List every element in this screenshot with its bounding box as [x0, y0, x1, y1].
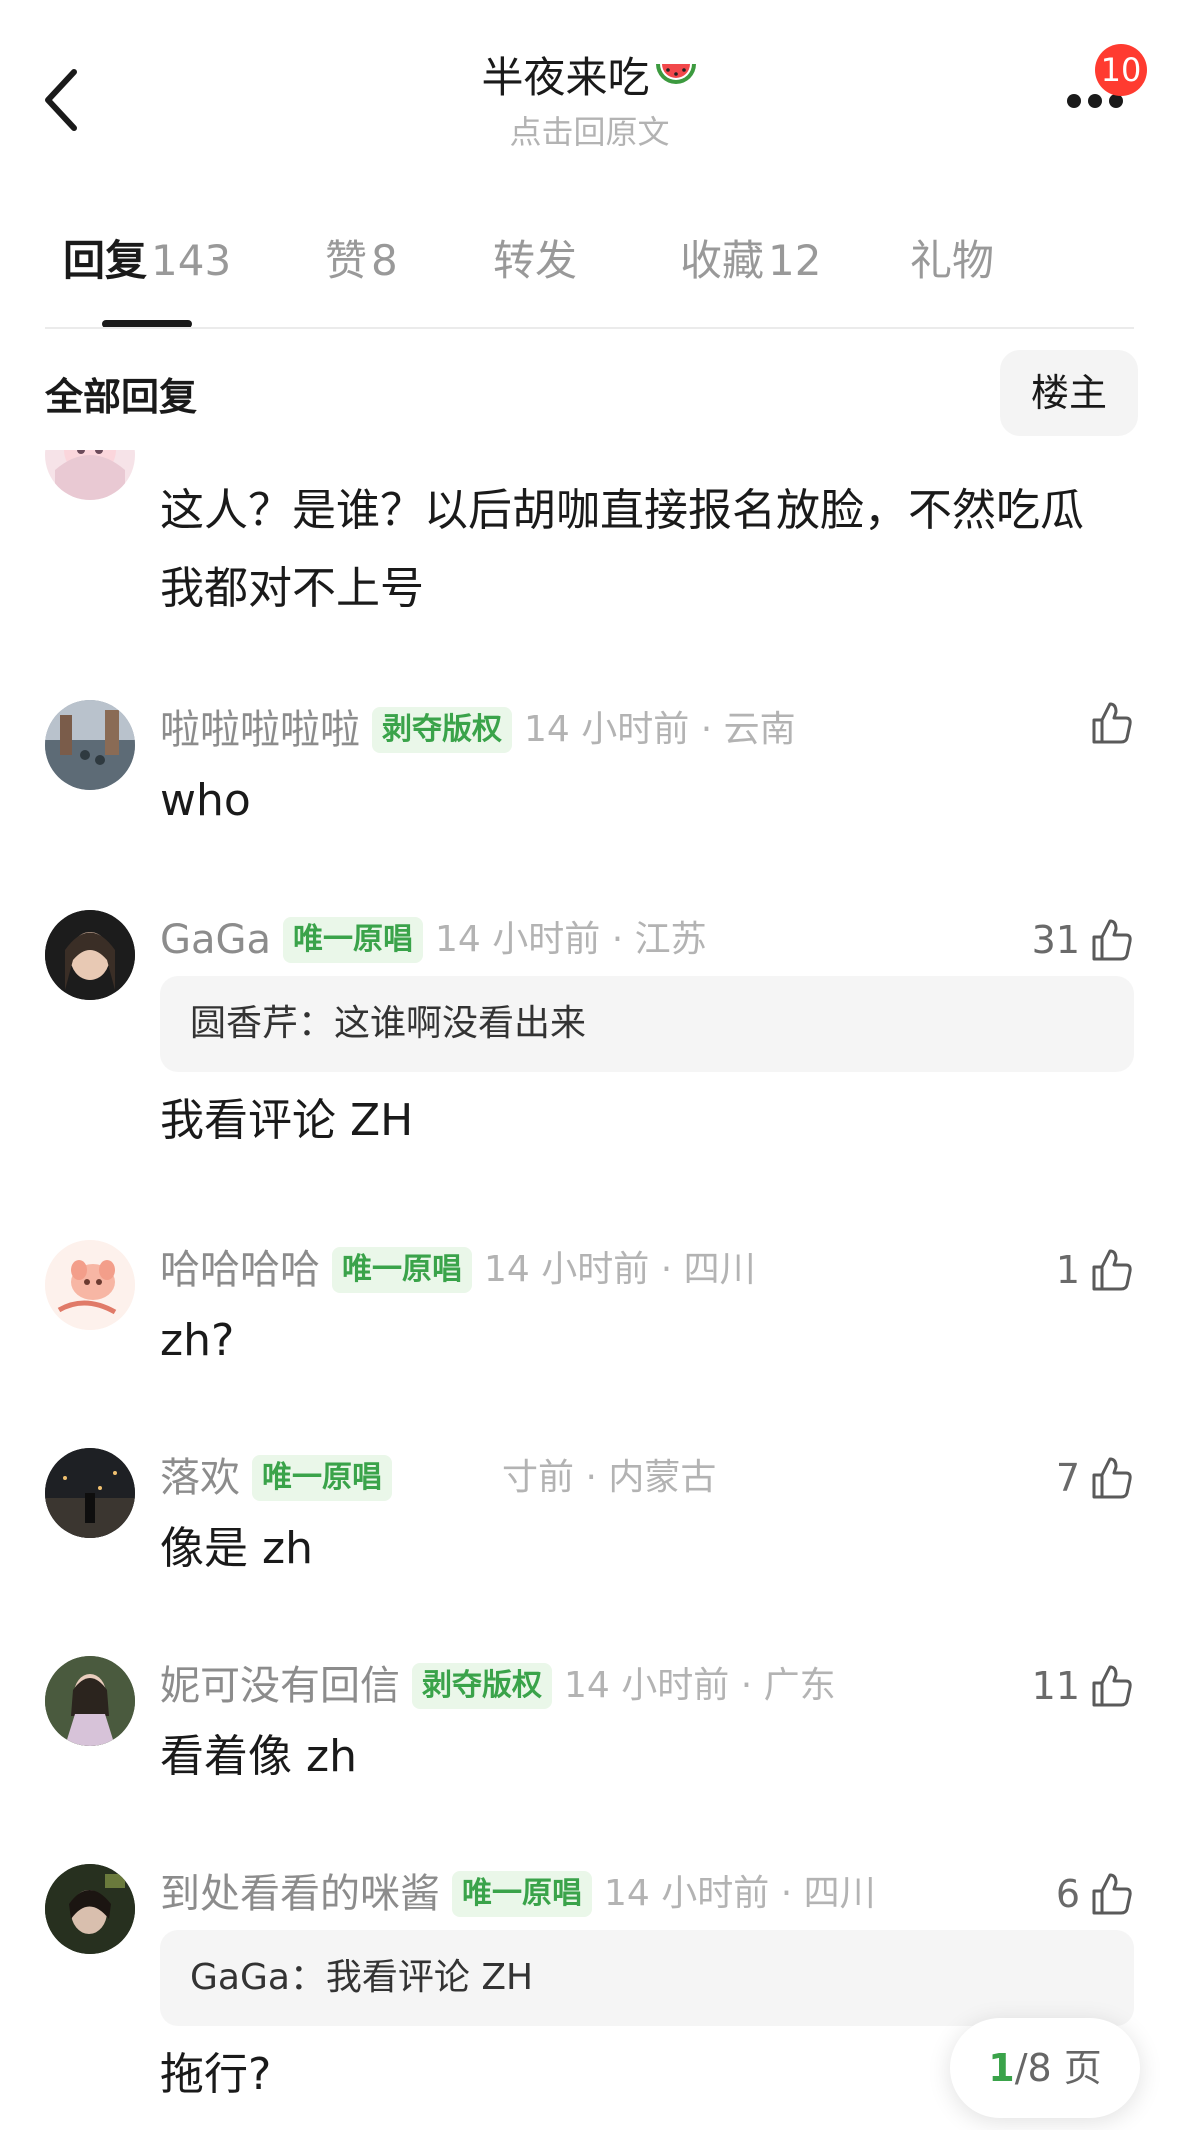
- tab-likes[interactable]: 赞8: [325, 225, 398, 297]
- like-button[interactable]: 11: [1032, 1656, 1134, 1716]
- tab-reposts[interactable]: 转发: [493, 225, 577, 297]
- timestamp-location: 14 小时前 · 四川: [604, 1873, 876, 1914]
- comment-text: 这人？是谁？以后胡咖直接报名放脸，不然吃瓜我都对不上号: [160, 485, 1084, 614]
- like-button[interactable]: 1: [1056, 1240, 1134, 1300]
- avatar[interactable]: [45, 1448, 135, 1538]
- current-page: 1: [988, 2046, 1015, 2090]
- username[interactable]: 哈哈哈哈: [160, 1247, 320, 1293]
- username[interactable]: 妮可没有回信: [160, 1663, 400, 1709]
- comment-meta: 落欢 唯一原唱 寸前 · 内蒙古: [160, 1448, 716, 1508]
- user-tag: 唯一原唱: [252, 1455, 392, 1501]
- more-dot-icon: [1067, 94, 1081, 108]
- avatar[interactable]: [45, 450, 135, 500]
- tab-count: 12: [768, 236, 822, 285]
- thumbs-up-icon: [1092, 1665, 1132, 1707]
- tab-label: 礼物: [910, 236, 995, 285]
- timestamp-location: 14 小时前 · 江苏: [435, 919, 707, 960]
- thumbs-up-icon: [1092, 1873, 1132, 1915]
- notification-badge: 10: [1095, 44, 1147, 96]
- page-title: 半夜来吃: [0, 50, 1179, 112]
- like-count: 11: [1031, 1664, 1080, 1708]
- comment-item: 这人？是谁？以后胡咖直接报名放脸，不然吃瓜我都对不上号: [0, 450, 1179, 614]
- user-tag: 唯一原唱: [283, 917, 424, 963]
- total-pages: /8 页: [1014, 2046, 1102, 2090]
- user-tag: 剥夺版权: [372, 707, 512, 753]
- comment-item: GaGa 唯一原唱 14 小时前 · 江苏 31 圆香芹：这谁啊没看出来 我看评论 …: [0, 910, 1179, 1180]
- username[interactable]: 啦啦啦啦啦: [160, 707, 360, 753]
- tab-label: 转发: [493, 236, 578, 285]
- comment-text: zh?: [160, 1315, 235, 1366]
- user-tag: 唯一原唱: [332, 1247, 472, 1293]
- like-count: 1: [1055, 1248, 1080, 1292]
- tab-gifts[interactable]: 礼物: [910, 225, 994, 297]
- quoted-reply[interactable]: GaGa：我看评论 ZH: [160, 1930, 1134, 2026]
- avatar[interactable]: [45, 1656, 135, 1746]
- tab-label: 赞: [325, 236, 368, 285]
- user-tag: 剥夺版权: [412, 1663, 552, 1709]
- comment-meta: 啦啦啦啦啦 剥夺版权 14 小时前 · 云南: [160, 700, 796, 760]
- avatar[interactable]: [45, 1240, 135, 1330]
- comment-item: 啦啦啦啦啦 剥夺版权 14 小时前 · 云南 who: [0, 700, 1179, 826]
- page-title-text: 半夜来吃: [481, 53, 650, 102]
- tab-count: 8: [371, 236, 398, 285]
- timestamp-location: 14 小时前 · 四川: [484, 1249, 756, 1290]
- title-block[interactable]: 半夜来吃 点击回原文: [0, 50, 1179, 152]
- like-button[interactable]: 31: [1032, 910, 1134, 970]
- page-indicator[interactable]: 1/8 页: [950, 2018, 1140, 2118]
- comment-meta: 哈哈哈哈 唯一原唱 14 小时前 · 四川: [160, 1240, 756, 1300]
- comment-text: 看着像 zh: [160, 1731, 357, 1782]
- comment-meta: 妮可没有回信 剥夺版权 14 小时前 · 广东: [160, 1656, 836, 1716]
- thumbs-up-icon: [1092, 702, 1132, 744]
- username[interactable]: 落欢: [160, 1455, 240, 1501]
- tab-favorites[interactable]: 收藏12: [680, 225, 821, 297]
- like-button[interactable]: 7: [1056, 1448, 1134, 1508]
- thumbs-up-icon: [1092, 1457, 1132, 1499]
- more-dot-icon: [1109, 94, 1123, 108]
- timestamp-location: 寸前 · 内蒙古: [502, 1457, 717, 1498]
- back-to-original-link[interactable]: 点击回原文: [0, 112, 1179, 152]
- like-button[interactable]: [1088, 700, 1134, 760]
- like-count: 6: [1055, 1872, 1080, 1916]
- tab-label: 回复: [63, 236, 148, 285]
- watermelon-icon: [654, 56, 698, 112]
- thumbs-up-icon: [1092, 919, 1132, 961]
- timestamp-location: 14 小时前 · 广东: [564, 1665, 836, 1706]
- username[interactable]: GaGa: [160, 917, 271, 963]
- comment-text: 拖行?: [160, 2049, 272, 2100]
- tab-divider: [45, 327, 1134, 329]
- tab-replies[interactable]: 回复143: [63, 225, 231, 297]
- tab-label: 收藏: [680, 236, 765, 285]
- all-replies-label: 全部回复: [45, 375, 198, 419]
- comment-text: 像是 zh: [160, 1523, 313, 1574]
- comment-item: 哈哈哈哈 唯一原唱 14 小时前 · 四川 1 zh?: [0, 1240, 1179, 1370]
- like-count: 31: [1031, 918, 1080, 962]
- like-button[interactable]: 6: [1056, 1864, 1134, 1924]
- comment-meta: 到处看看的咪酱 唯一原唱 14 小时前 · 四川: [160, 1864, 876, 1924]
- avatar[interactable]: [45, 1864, 135, 1954]
- comment-item: 落欢 唯一原唱 寸前 · 内蒙古 7 像是 zh: [0, 1448, 1179, 1578]
- like-count: 7: [1055, 1456, 1080, 1500]
- comment-text: who: [160, 775, 251, 826]
- user-tag: 唯一原唱: [452, 1871, 592, 1917]
- owner-filter-button[interactable]: 楼主: [1000, 350, 1138, 436]
- quoted-reply[interactable]: 圆香芹：这谁啊没看出来: [160, 976, 1134, 1072]
- comment-text: 我看评论 ZH: [160, 1095, 414, 1146]
- tab-bar: 回复143 赞8 转发 收藏12 礼物: [45, 225, 1134, 328]
- avatar[interactable]: [45, 910, 135, 1000]
- comment-meta: GaGa 唯一原唱 14 小时前 · 江苏: [160, 910, 707, 970]
- tab-count: 143: [151, 236, 232, 285]
- more-dot-icon: [1088, 94, 1102, 108]
- timestamp-location: 14 小时前 · 云南: [524, 709, 796, 750]
- comment-list[interactable]: 这人？是谁？以后胡咖直接报名放脸，不然吃瓜我都对不上号 啦啦啦啦啦 剥夺版权 14 …: [0, 450, 1179, 2130]
- username[interactable]: 到处看看的咪酱: [160, 1871, 440, 1917]
- comment-item: 妮可没有回信 剥夺版权 14 小时前 · 广东 11 看着像 zh: [0, 1656, 1179, 1786]
- avatar[interactable]: [45, 700, 135, 790]
- thumbs-up-icon: [1092, 1249, 1132, 1291]
- nav-header: 半夜来吃 点击回原文 10: [0, 0, 1179, 175]
